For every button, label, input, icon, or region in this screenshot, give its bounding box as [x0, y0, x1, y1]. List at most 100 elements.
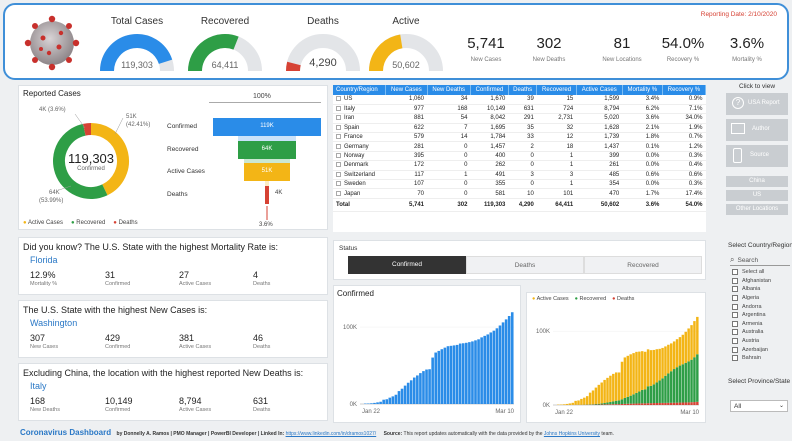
checkbox-icon[interactable]: [732, 303, 738, 310]
expand-icon[interactable]: [336, 124, 341, 130]
expand-icon[interactable]: [336, 134, 341, 140]
source-button[interactable]: Source: [726, 145, 788, 167]
fact-stat-label: New Deaths: [30, 407, 60, 413]
author-button[interactable]: Author: [726, 119, 788, 141]
country-checkbox-item[interactable]: Select all: [732, 268, 790, 277]
x-tick-label: Mar 10: [680, 410, 699, 416]
expand-icon[interactable]: [336, 106, 341, 112]
tab-recovered[interactable]: Recovered: [584, 256, 702, 274]
table-row[interactable]: Norway 395 0 400 0 1 399 0.0% 0.3%: [333, 151, 706, 162]
stacked-bar-segment: [562, 404, 566, 405]
confirmed-bar: [446, 346, 450, 404]
table-row[interactable]: Italy 977 168 10,149 631 724 8,794 6.2% 7.1%: [333, 104, 706, 115]
column-header[interactable]: New Cases: [385, 85, 428, 95]
country-checkbox-item[interactable]: Algeria: [732, 294, 790, 303]
stacked-bar-segment: [678, 402, 682, 405]
table-row[interactable]: France 579 14 1,784 33 12 1,739 1.8% 0.7%: [333, 132, 706, 143]
column-header[interactable]: Recovered: [536, 85, 577, 95]
confirmed-bar: [489, 332, 493, 404]
expand-icon[interactable]: [336, 181, 341, 187]
table-row[interactable]: Iran 881 54 8,042 291 2,731 5,020 3.6% 34.0%: [333, 113, 706, 124]
table-row[interactable]: Germany 281 0 1,457 2 18 1,437 0.1% 1.2%: [333, 141, 706, 152]
expand-icon[interactable]: [336, 115, 341, 121]
table-row[interactable]: US 1,060 34 1,670 39 15 1,599 3.4% 0.9%: [333, 95, 706, 105]
expand-icon[interactable]: [336, 162, 341, 168]
checkbox-icon[interactable]: [732, 269, 738, 276]
table-cell: 395: [385, 151, 427, 162]
fact-stat-label: Mortality %: [30, 281, 58, 287]
table-row[interactable]: Denmark 172 0 262 0 1 261 0.0% 0.4%: [333, 160, 706, 171]
expand-icon[interactable]: [336, 96, 341, 102]
country-checkbox-item[interactable]: Australia: [732, 328, 790, 337]
country-checkbox-item[interactable]: Bahrain: [732, 354, 790, 363]
footer-source-text: This report updates automatically with t…: [403, 431, 543, 437]
checkbox-icon[interactable]: [732, 355, 738, 362]
stacked-bar-segment: [690, 359, 693, 403]
stacked-bar-segment: [614, 400, 618, 405]
filter-other-locations-button[interactable]: Other Locations: [726, 204, 788, 215]
fact-stat-value: 631: [253, 396, 269, 406]
tab-confirmed[interactable]: Confirmed: [348, 256, 466, 274]
kpi-new-cases-value: 5,741: [467, 35, 505, 52]
table-row[interactable]: Japan 70 0 581 10 101 470 1.7% 17.4%: [333, 188, 706, 199]
table-cell: 1,437: [576, 141, 623, 152]
table-cell: 2: [508, 141, 537, 152]
fact-stat-value: 4: [253, 270, 259, 280]
country-search-input[interactable]: ⌕ Search: [730, 255, 790, 266]
funnel-row-label: Active Cases: [167, 168, 205, 175]
country-checkbox-item[interactable]: Armenia: [732, 320, 790, 329]
country-checkbox-item[interactable]: Andorra: [732, 302, 790, 311]
column-header[interactable]: Active Cases: [576, 85, 623, 95]
jhu-link[interactable]: Johns Hopkins University: [544, 431, 600, 437]
checkbox-icon[interactable]: [732, 286, 738, 293]
table-row[interactable]: Spain 622 7 1,695 35 32 1,628 2.1% 1.9%: [333, 123, 706, 134]
country-checkbox-item[interactable]: Albania: [732, 285, 790, 294]
checkbox-icon[interactable]: [732, 338, 738, 345]
expand-icon[interactable]: [336, 153, 341, 158]
tab-deaths[interactable]: Deaths: [466, 256, 584, 274]
usa-report-button[interactable]: ? USA Report: [726, 93, 788, 115]
expand-icon[interactable]: [336, 143, 341, 149]
table-cell: 3.4%: [622, 95, 663, 105]
column-header[interactable]: Country/Region: [333, 85, 387, 95]
table-cell: 355: [470, 179, 509, 190]
checkbox-icon[interactable]: [732, 320, 738, 327]
y-tick-label: 0K: [350, 402, 357, 408]
confirmed-bar: [394, 394, 398, 404]
country-checkbox-item[interactable]: Austria: [732, 337, 790, 346]
country-checkbox-item[interactable]: Azerbaijan: [732, 345, 790, 354]
expand-icon[interactable]: [336, 190, 341, 196]
table-cell: 354: [576, 179, 623, 190]
stacked-bar-segment: [641, 403, 644, 405]
checkbox-icon[interactable]: [732, 329, 738, 336]
table-cell: 34.0%: [662, 113, 706, 124]
stacked-bar-chart: 0K 100K Jan 22 Mar 10: [536, 316, 700, 416]
checkbox-icon[interactable]: [732, 277, 738, 284]
checkbox-icon[interactable]: [732, 312, 738, 319]
stacked-bar-segment: [672, 369, 676, 403]
stacked-bar-segment: [614, 372, 618, 401]
funnel-chart: Confirmed 119K Recovered 64K Active Cases 51K…: [19, 86, 329, 231]
column-header[interactable]: Recovery %: [662, 85, 707, 95]
fact-title: Did you know? The U.S. State with the hi…: [23, 242, 278, 252]
filter-us-button[interactable]: US: [726, 190, 788, 201]
checkbox-icon[interactable]: [732, 295, 738, 302]
expand-icon[interactable]: [336, 171, 341, 177]
summary-bar: Total Cases Recovered Deaths Active 119,…: [3, 3, 789, 80]
column-header[interactable]: Deaths: [508, 85, 538, 95]
country-checkbox-item[interactable]: Afghanistan: [732, 277, 790, 286]
stacked-bar-segment: [658, 402, 661, 405]
column-header[interactable]: Mortality %: [622, 85, 663, 95]
province-select[interactable]: All ⌄: [730, 400, 788, 412]
table-cell: Denmark: [333, 160, 386, 171]
column-header[interactable]: New Deaths: [427, 85, 471, 95]
checkbox-icon[interactable]: [732, 346, 738, 353]
linkedin-link[interactable]: https://www.linkedin.com/in/dramos1027/: [286, 431, 377, 437]
column-header[interactable]: Confirmed: [470, 85, 509, 95]
table-row[interactable]: Switzerland 117 1 491 3 3 485 0.6% 0.6%: [333, 170, 706, 181]
stacked-bar-segment: [670, 402, 673, 405]
country-checkbox-item[interactable]: Argentina: [732, 311, 790, 320]
stacked-bar-segment: [687, 402, 690, 405]
table-row[interactable]: Sweden 107 0 355 0 1 354 0.0% 0.3%: [333, 179, 706, 190]
filter-china-button[interactable]: China: [726, 176, 788, 187]
